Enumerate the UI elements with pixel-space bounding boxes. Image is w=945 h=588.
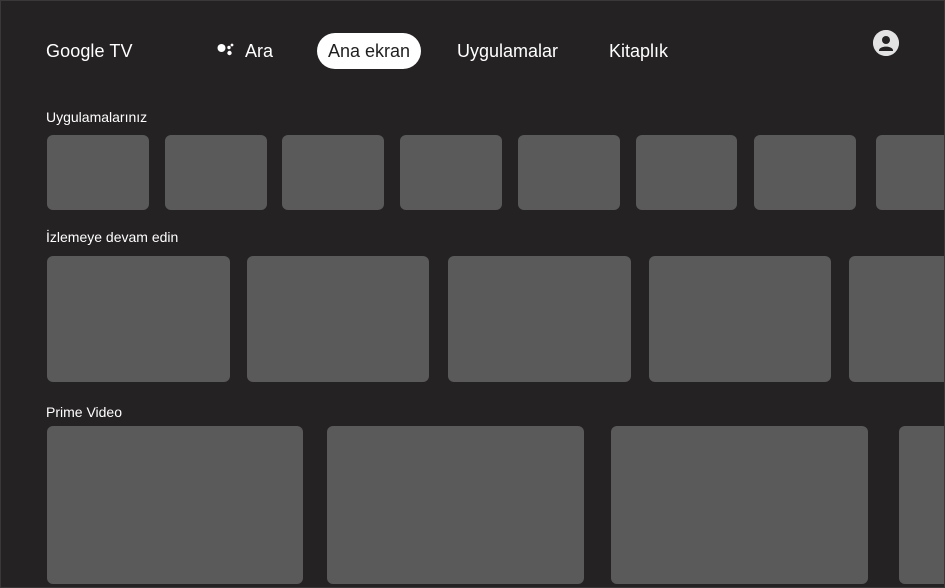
tab-apps[interactable]: Uygulamalar [457, 33, 558, 69]
account-avatar[interactable] [873, 30, 899, 56]
tv-home-screen: Google TV Ara Ana ekran Uygulamalar Kita… [0, 0, 945, 588]
prime-video-tile[interactable] [327, 426, 584, 584]
app-tile[interactable] [518, 135, 620, 210]
app-tile[interactable] [47, 135, 149, 210]
brand-title: Google TV [46, 41, 133, 61]
tab-library[interactable]: Kitaplık [609, 33, 668, 69]
tab-apps-label: Uygulamalar [457, 41, 559, 61]
app-tile[interactable] [876, 135, 944, 210]
app-tile[interactable] [165, 135, 267, 210]
app-tile[interactable] [282, 135, 384, 210]
continue-watching-tile[interactable] [448, 256, 631, 382]
tab-home-label: Ana ekran [327, 41, 411, 61]
app-tile[interactable] [636, 135, 737, 210]
prime-video-tile[interactable] [899, 426, 944, 584]
tab-search[interactable]: Ara [217, 33, 273, 69]
tab-search-label: Ara [245, 41, 274, 61]
app-tile[interactable] [400, 135, 502, 210]
continue-watching-tile[interactable] [47, 256, 230, 382]
prime-video-tile[interactable] [611, 426, 868, 584]
account-circle-icon [873, 30, 899, 56]
continue-watching-tile[interactable] [849, 256, 944, 382]
tab-home[interactable]: Ana ekran [317, 33, 421, 69]
continue-watching-tile[interactable] [649, 256, 831, 382]
app-tile[interactable] [754, 135, 856, 210]
continue-watching-tile[interactable] [247, 256, 429, 382]
continue-watching-row-title: İzlemeye devam edin [46, 229, 179, 245]
apps-row-title: Uygulamalarınız [46, 109, 148, 125]
prime-video-row-title: Prime Video [46, 404, 123, 420]
google-assistant-icon [217, 43, 235, 57]
tab-library-label: Kitaplık [609, 41, 669, 61]
top-navigation-bar: Google TV Ara Ana ekran Uygulamalar Kita… [1, 1, 944, 101]
prime-video-tile[interactable] [47, 426, 303, 584]
